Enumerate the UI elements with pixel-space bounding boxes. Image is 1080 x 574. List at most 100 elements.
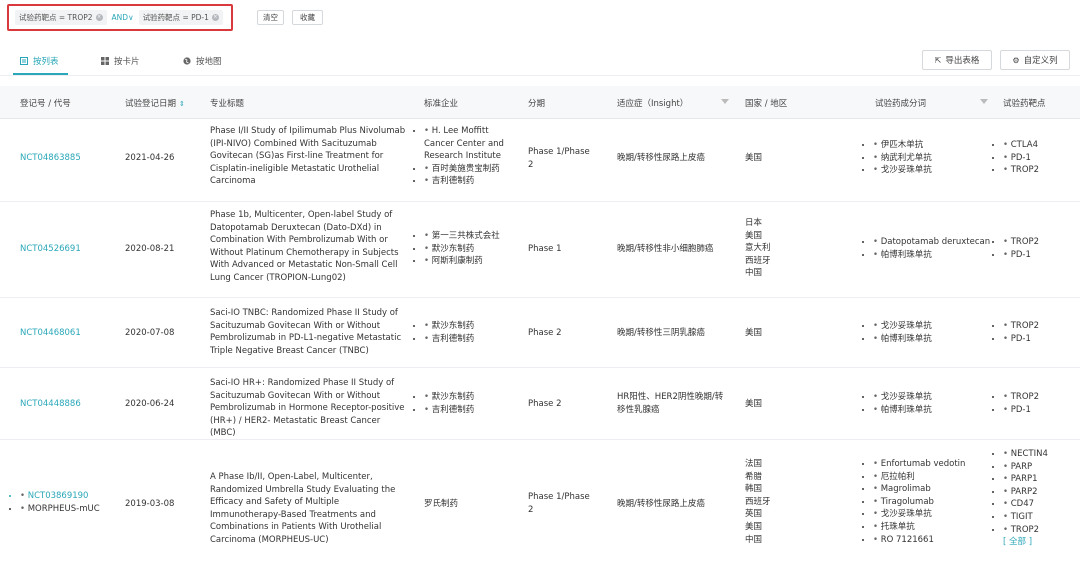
country: 美国 — [745, 153, 763, 163]
close-icon[interactable]: × — [95, 14, 103, 21]
tab-map-view[interactable]: 按地图 — [183, 55, 222, 67]
tab-label: 按地图 — [196, 57, 222, 67]
trial-id-link[interactable]: NCT04448886 — [20, 398, 81, 411]
trial-id-list: NCT03869190 MORPHEUS-mUC — [20, 490, 100, 515]
indication: 晚期/转移性尿路上皮癌 — [617, 499, 705, 509]
list-item: 戈沙妥珠单抗 — [873, 508, 998, 521]
table-row[interactable]: NCT03869190 MORPHEUS-mUC 2019-03-08 A Ph… — [0, 440, 1080, 574]
target-list: CTLA4 PD-1 TROP2 — [1003, 139, 1073, 177]
close-icon[interactable]: × — [211, 14, 219, 21]
trial-alias: MORPHEUS-mUC — [20, 503, 100, 516]
list-item: 美国 — [745, 521, 763, 532]
trial-id-link[interactable]: NCT04863885 — [20, 152, 81, 165]
custom-columns-button[interactable]: ⚙ 自定义列 — [1000, 50, 1070, 70]
trial-title: A Phase Ib/II, Open-Label, Multicenter, … — [210, 472, 396, 545]
grid-icon — [101, 57, 109, 65]
list-item: 厄拉帕利 — [873, 471, 998, 484]
drug-list: Datopotamab deruxtecan 帕博利珠单抗 — [873, 236, 998, 261]
list-item: 吉利德制药 — [424, 175, 514, 188]
list-item: 法国 — [745, 459, 763, 469]
list-item: CTLA4 — [1003, 139, 1073, 152]
sponsor-list: H. Lee Moffitt Cancer Center and Researc… — [424, 125, 514, 188]
phase: Phase 1 — [528, 244, 562, 254]
custom-columns-label: 自定义列 — [1023, 56, 1058, 66]
column-header-reg-date[interactable]: 试验登记日期 ⇕ — [125, 97, 185, 109]
export-icon: ⇱ — [934, 55, 942, 65]
tab-list-view[interactable]: 按列表 — [20, 55, 59, 67]
list-item: 戈沙妥珠单抗 — [873, 164, 993, 177]
list-item: 纳武利尤单抗 — [873, 152, 993, 165]
phase: Phase 2 — [528, 399, 562, 409]
list-item: 戈沙妥珠单抗 — [873, 391, 993, 404]
export-label: 导出表格 — [945, 56, 980, 66]
country: 美国 — [745, 399, 763, 409]
reg-date: 2020-07-08 — [125, 328, 175, 338]
list-item: TIGIT — [1003, 511, 1075, 524]
reg-date: 2019-03-08 — [125, 499, 175, 509]
list-item: PD-1 — [1003, 404, 1073, 417]
indication: HR阳性、HER2阴性晚期/转移性乳腺癌 — [617, 392, 724, 415]
gear-icon: ⚙ — [1012, 55, 1020, 65]
logic-operator-dropdown[interactable]: AND∨ — [112, 13, 134, 22]
list-item: 吉利德制药 — [424, 404, 514, 417]
globe-icon — [183, 57, 191, 65]
list-item: PARP2 — [1003, 486, 1075, 499]
indication: 晚期/转移性非小细胞肺癌 — [617, 244, 714, 254]
country: 美国 — [745, 328, 763, 338]
list-item: PD-1 — [1003, 333, 1073, 346]
list-item: CD47 — [1003, 498, 1075, 511]
drug-list: 戈沙妥珠单抗 帕博利珠单抗 — [873, 391, 993, 416]
list-item: TROP2 — [1003, 236, 1073, 249]
trial-title: Phase 1b, Multicenter, Open-label Study … — [210, 210, 399, 283]
filter-chip-label: 试验药靶点 = PD-1 — [142, 13, 209, 22]
list-item: 百时美施贵宝制药 — [424, 163, 514, 176]
export-table-button[interactable]: ⇱ 导出表格 — [922, 50, 992, 70]
reg-date: 2020-08-21 — [125, 244, 175, 254]
list-icon — [20, 57, 28, 65]
list-item: Magrolimab — [873, 483, 998, 496]
list-item: 韩国 — [745, 484, 763, 495]
trial-title: Phase I/II Study of Ipilimumab Plus Nivo… — [210, 126, 406, 187]
column-header-title: 专业标题 — [210, 99, 245, 109]
table-row[interactable]: NCT04863885 2021-04-26 Phase I/II Study … — [0, 119, 1080, 202]
list-item: 中国 — [745, 268, 763, 279]
table-row[interactable]: NCT04526691 2020-08-21 Phase 1b, Multice… — [0, 202, 1080, 298]
trial-id-link[interactable]: NCT04468061 — [20, 327, 81, 340]
trial-id-link[interactable]: NCT03869190 — [20, 490, 100, 503]
save-filter-button[interactable]: 收藏 — [292, 10, 323, 25]
sponsor-list: 默沙东制药 吉利德制药 — [424, 320, 514, 345]
filter-chip-trop2[interactable]: 试验药靶点 = TROP2 × — [15, 10, 107, 25]
table-row[interactable]: NCT04448886 2020-06-24 Saci-IO HR+: Rand… — [0, 368, 1080, 440]
country-list: 法国 希腊 韩国 西班牙 英国 美国 中国 — [745, 458, 771, 546]
list-item: 默沙东制药 — [424, 320, 514, 333]
trial-id-link[interactable]: NCT04526691 — [20, 243, 81, 256]
table-header: 登记号 / 代号 试验登记日期 ⇕ 专业标题 标准企业 分期 适应症（Insigh… — [0, 86, 1080, 119]
phase: Phase 1/Phase 2 — [528, 147, 590, 170]
list-item: 西班牙 — [745, 255, 771, 266]
target-list: TROP2 PD-1 — [1003, 236, 1073, 261]
list-item: PD-1 — [1003, 152, 1073, 165]
target-list: TROP2 PD-1 — [1003, 391, 1073, 416]
list-item: RO 7121661 — [873, 534, 998, 547]
list-item: 吉利德制药 — [424, 333, 514, 346]
drug-list: 戈沙妥珠单抗 帕博利珠单抗 — [873, 320, 993, 345]
list-item: 希腊 — [745, 471, 763, 482]
tab-label: 按卡片 — [114, 57, 140, 67]
column-header-phase: 分期 — [528, 99, 546, 109]
table-row[interactable]: NCT04468061 2020-07-08 Saci-IO TNBC: Ran… — [0, 298, 1080, 368]
indication: 晚期/转移性三阴乳腺癌 — [617, 328, 705, 338]
sponsor-list: 默沙东制药 吉利德制药 — [424, 391, 514, 416]
sort-icon[interactable]: ⇕ — [179, 100, 185, 108]
list-item: 阿斯利康制药 — [424, 255, 514, 268]
list-item: TROP2 — [1003, 524, 1075, 537]
country-list: 日本 美国 意大利 西班牙 中国 — [745, 217, 771, 280]
tab-card-view[interactable]: 按卡片 — [101, 55, 140, 67]
show-all-targets-link[interactable]: [ 全部 ] — [1003, 536, 1075, 549]
column-header-indication: 适应症（Insight） — [617, 99, 689, 109]
list-item: TROP2 — [1003, 320, 1073, 333]
filter-icon[interactable] — [721, 99, 729, 104]
filter-icon[interactable] — [980, 99, 988, 104]
filter-chip-pd1[interactable]: 试验药靶点 = PD-1 × — [138, 10, 223, 25]
list-item: 中国 — [745, 534, 763, 545]
clear-button[interactable]: 清空 — [257, 10, 284, 25]
